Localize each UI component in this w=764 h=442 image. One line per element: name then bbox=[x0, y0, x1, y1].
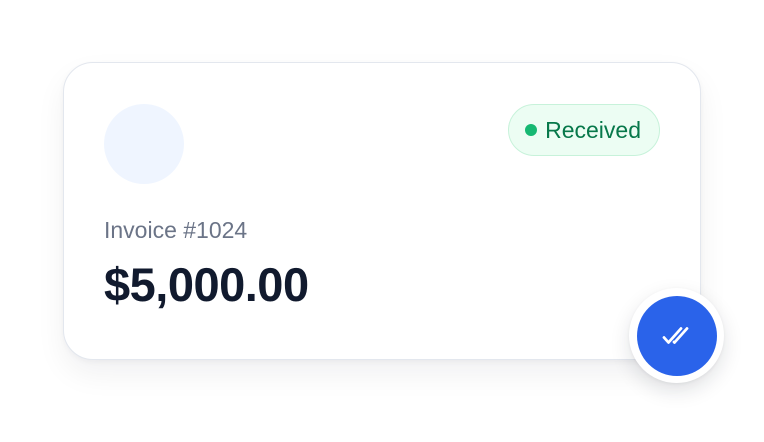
status-dot-icon bbox=[525, 124, 538, 136]
mark-received-button[interactable] bbox=[636, 295, 717, 376]
status-label: Received bbox=[545, 116, 641, 143]
invoice-amount: $5,000.00 bbox=[104, 258, 309, 311]
avatar bbox=[104, 104, 184, 184]
invoice-card: Received Invoice #1024 $5,000.00 bbox=[63, 62, 701, 360]
invoice-number: Invoice #1024 bbox=[104, 217, 248, 243]
double-check-icon bbox=[662, 326, 688, 344]
action-button-ring bbox=[629, 288, 724, 383]
status-badge: Received bbox=[508, 104, 660, 156]
